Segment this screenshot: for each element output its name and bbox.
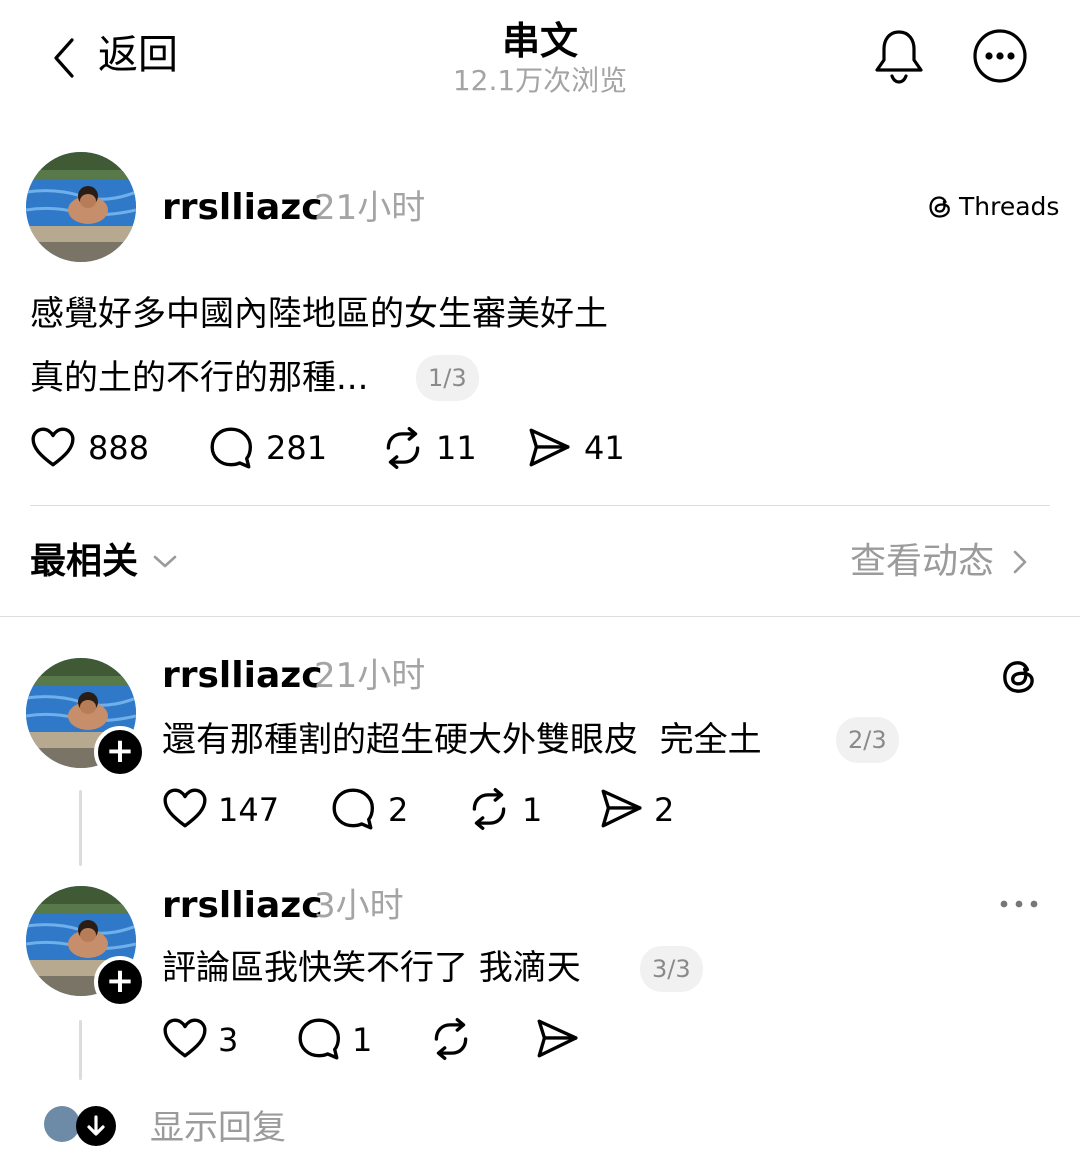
arrow-down-icon bbox=[76, 1106, 116, 1146]
reply-text: 評論區我快笑不行了 我滴天 bbox=[162, 948, 581, 988]
thread-pager: 3/3 bbox=[640, 946, 703, 992]
reply-time: 21小时 bbox=[314, 656, 426, 696]
comment-button[interactable] bbox=[330, 786, 376, 832]
like-count: 3 bbox=[218, 1021, 239, 1059]
reply-more-button[interactable] bbox=[996, 892, 1042, 916]
repost-icon bbox=[428, 1016, 474, 1062]
sort-label: 最相关 bbox=[30, 541, 139, 582]
repost-count: 1 bbox=[522, 791, 543, 829]
notification-button[interactable] bbox=[872, 26, 926, 86]
follow-plus-button[interactable]: + bbox=[94, 726, 146, 778]
post-username[interactable]: rrslliazc bbox=[162, 186, 323, 230]
comment-bubble-icon bbox=[330, 786, 376, 832]
thread-line bbox=[79, 1020, 82, 1080]
post-text-line2: 真的土的不行的那種... bbox=[30, 358, 369, 398]
sort-dropdown[interactable]: 最相关 bbox=[30, 540, 180, 584]
reply-text: 還有那種割的超生硬大外雙眼皮 完全土 bbox=[162, 720, 762, 760]
repost-count: 11 bbox=[436, 429, 477, 467]
more-options-button[interactable] bbox=[970, 26, 1030, 86]
threads-logo-icon bbox=[998, 656, 1040, 698]
threads-logo-icon bbox=[926, 193, 954, 221]
heart-icon bbox=[162, 786, 208, 830]
heart-icon bbox=[162, 1016, 208, 1060]
repost-icon bbox=[466, 786, 512, 832]
send-icon bbox=[534, 1016, 580, 1062]
repost-button[interactable] bbox=[380, 425, 426, 471]
like-button[interactable] bbox=[162, 1016, 208, 1060]
threads-badge[interactable]: Threads bbox=[926, 192, 1059, 222]
share-count: 2 bbox=[654, 791, 675, 829]
post-text-line1: 感覺好多中國內陸地區的女生審美好土 bbox=[30, 294, 608, 334]
heart-icon bbox=[30, 425, 76, 469]
comment-button[interactable] bbox=[296, 1016, 342, 1062]
comment-count: 1 bbox=[352, 1021, 373, 1059]
chevron-right-icon bbox=[1013, 550, 1027, 574]
comment-button[interactable] bbox=[208, 425, 254, 471]
thread-pager: 2/3 bbox=[836, 717, 899, 763]
divider bbox=[30, 505, 1050, 506]
comment-bubble-icon bbox=[208, 425, 254, 471]
thread-line bbox=[79, 790, 82, 866]
post-time: 21小时 bbox=[314, 188, 426, 228]
send-icon bbox=[526, 425, 572, 471]
send-icon bbox=[598, 786, 644, 832]
chevron-down-icon bbox=[153, 555, 177, 568]
repost-button[interactable] bbox=[428, 1016, 474, 1062]
reply-time: 3小时 bbox=[314, 886, 404, 926]
reply-username[interactable]: rrslliazc bbox=[162, 884, 323, 928]
thread-pager: 1/3 bbox=[416, 355, 479, 401]
view-activity-label: 查看动态 bbox=[850, 541, 995, 582]
small-avatar[interactable] bbox=[44, 1106, 80, 1142]
repost-button[interactable] bbox=[466, 786, 512, 832]
share-count: 41 bbox=[584, 429, 625, 467]
show-replies-link[interactable]: 显示回复 bbox=[150, 1106, 286, 1150]
bell-icon bbox=[875, 30, 923, 84]
reply-username[interactable]: rrslliazc bbox=[162, 654, 323, 698]
more-horizontal-icon bbox=[973, 29, 1027, 83]
comment-count: 281 bbox=[266, 429, 328, 467]
like-count: 147 bbox=[218, 791, 280, 829]
like-button[interactable] bbox=[30, 425, 76, 469]
avatar[interactable] bbox=[26, 152, 136, 262]
share-button[interactable] bbox=[534, 1016, 580, 1062]
share-button[interactable] bbox=[526, 425, 572, 471]
threads-label: Threads bbox=[959, 192, 1060, 221]
more-horizontal-icon bbox=[1000, 900, 1038, 908]
view-activity-link[interactable]: 查看动态 bbox=[850, 540, 1032, 584]
repost-icon bbox=[380, 425, 426, 471]
follow-plus-button[interactable]: + bbox=[94, 956, 146, 1008]
section-divider bbox=[0, 616, 1080, 617]
like-button[interactable] bbox=[162, 786, 208, 830]
threads-badge[interactable] bbox=[998, 656, 1040, 698]
share-button[interactable] bbox=[598, 786, 644, 832]
comment-bubble-icon bbox=[296, 1016, 342, 1062]
like-count: 888 bbox=[88, 429, 150, 467]
comment-count: 2 bbox=[388, 791, 409, 829]
